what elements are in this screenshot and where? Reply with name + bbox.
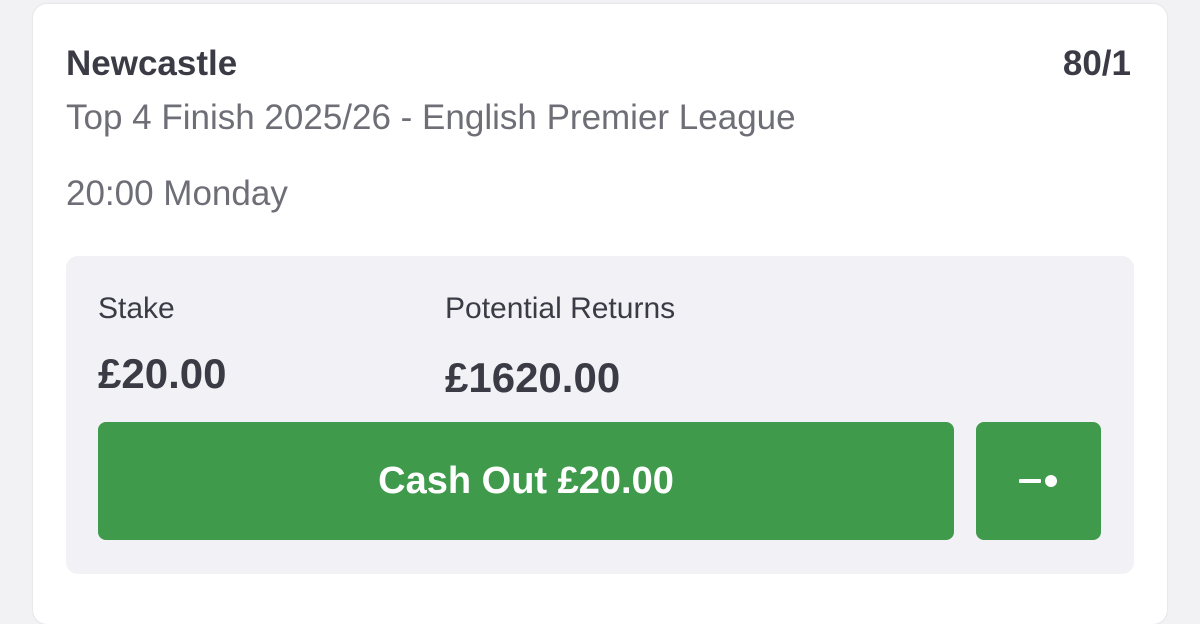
potential-returns-value: £1620.00 [445, 354, 621, 401]
odds-label: 80/1 [1062, 44, 1131, 83]
market-name: Top 4 Finish 2025/26 - English Premier L… [66, 98, 796, 137]
potential-returns-label: Potential Returns [445, 292, 676, 325]
partial-cashout-slider-icon [1018, 475, 1057, 487]
selection-name: Newcastle [66, 44, 238, 83]
partial-cashout-button[interactable] [976, 422, 1101, 540]
stake-label: Stake [98, 292, 175, 325]
event-time: 20:00 Monday [66, 174, 288, 213]
bet-card: Newcastle 80/1 Top 4 Finish 2025/26 - En… [33, 4, 1167, 624]
bet-summary-panel: Stake Potential Returns £20.00 £1620.00 … [66, 256, 1134, 574]
cash-out-button[interactable]: Cash Out £20.00 [98, 422, 954, 540]
stake-value: £20.00 [98, 350, 227, 397]
